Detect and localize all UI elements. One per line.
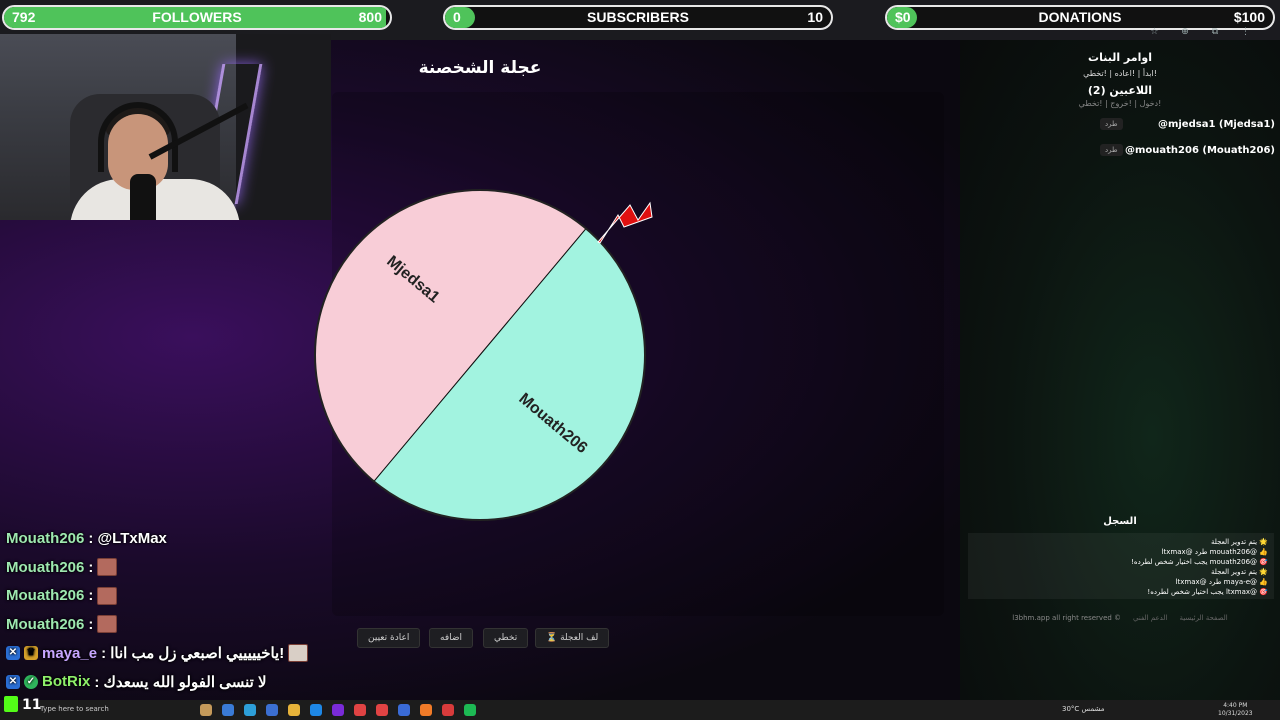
log-title: السجل <box>1103 516 1137 527</box>
chat-username: Mouath206 <box>6 558 85 576</box>
taskbar-app-icon[interactable] <box>420 704 432 716</box>
chat-text: : <box>88 558 94 576</box>
chat-overlay: Mouath206 : @LTxMax Mouath206 : Mouath20… <box>6 524 346 696</box>
chrome-icon[interactable] <box>376 704 388 716</box>
emote-icon <box>97 586 118 605</box>
followers-goal: 800 <box>358 9 382 25</box>
headset-icon <box>98 102 178 172</box>
vip-badge-icon: ✕ <box>6 646 20 661</box>
viewer-count: 11 <box>22 697 42 713</box>
edge-icon[interactable] <box>244 704 256 716</box>
chat-text: : <box>88 615 94 633</box>
footer-copyright: l3bhm.app all right reserved © <box>1012 614 1122 622</box>
chat-username: BotRix <box>42 673 91 691</box>
log-panel: 🌟 يتم تدوير العجلة 👍 @mouath206 طرد @ltx… <box>968 533 1274 599</box>
player-row: طرد @mjedsa1 (Mjedsa1) <box>1100 116 1275 132</box>
footer-home-link[interactable]: الصفحة الرئيسية <box>1179 614 1227 622</box>
spin-wheel[interactable]: Mjedsa1 Mouath206 <box>300 175 660 535</box>
chat-username: maya_e <box>42 644 98 662</box>
reset-button[interactable]: اعادة تعيين <box>357 628 421 648</box>
player-name: @mjedsa1 (Mjedsa1) <box>1157 118 1275 130</box>
chat-message: ✕ ✓ BotRix : لا تنسى الفولو الله يسعدك <box>6 667 346 696</box>
webcam-feed <box>0 34 331 220</box>
donations-label: DONATIONS <box>1038 9 1122 25</box>
chat-username: Mouath206 <box>6 587 85 605</box>
taskbar-app-icon[interactable] <box>442 704 454 716</box>
verified-badge-icon: ✓ <box>24 674 38 689</box>
player-name: @mouath206 (Mouath206) <box>1124 144 1275 156</box>
chat-text: : <box>88 587 94 605</box>
vip-badge-icon: ✕ <box>6 674 20 689</box>
followers-label: FOLLOWERS <box>152 9 242 25</box>
footer-support-link[interactable]: الدعم الفني <box>1133 614 1167 622</box>
emote-icon <box>97 558 118 577</box>
spin-wheel-button[interactable]: ⏳ لف العجلة <box>535 628 610 648</box>
taskbar-app-icon[interactable] <box>200 704 212 716</box>
microphone-icon <box>130 174 156 220</box>
footer-links: l3bhm.app all right reserved © الدعم الف… <box>1010 614 1230 622</box>
chat-text: : لا تنسى الفولو الله يسعدك <box>94 673 267 691</box>
log-entry: 👍 @mouath206 طرد @ltxmax <box>1161 548 1268 556</box>
subscribers-goal-bar: 0 SUBSCRIBERS 10 <box>443 5 833 30</box>
taskbar-time: 4:40 PM <box>1223 702 1248 709</box>
chat-message: Mouath206 : @LTxMax <box>6 524 346 553</box>
log-entry: 🌟 يتم تدوير العجلة <box>1211 568 1268 576</box>
store-icon[interactable] <box>266 704 278 716</box>
crown-badge-icon: ♛ <box>24 646 38 661</box>
taskbar-search[interactable]: Type here to search <box>40 705 109 713</box>
chat-message: ✕ ♛ maya_e : ياخيييييي اصبعي زل مب اناا! <box>6 639 346 668</box>
taskbar-clock[interactable]: 4:40 PM 10/31/2023 <box>1218 702 1253 718</box>
donations-goal: $100 <box>1233 9 1265 25</box>
player-row: طرد @mouath206 (Mouath206) <box>1100 142 1275 158</box>
chat-username: Mouath206 <box>6 615 85 633</box>
subscribers-label: SUBSCRIBERS <box>587 9 689 25</box>
subscribers-goal: 10 <box>807 9 823 25</box>
chrome-icon[interactable] <box>354 704 366 716</box>
outlook-icon[interactable] <box>310 704 322 716</box>
taskbar-app-icon[interactable] <box>222 704 234 716</box>
log-entry: 🌟 يتم تدوير العجلة <box>1211 538 1268 546</box>
kick-player-button[interactable]: طرد <box>1100 118 1123 130</box>
chat-message: Mouath206 : <box>6 553 346 582</box>
wheel-pointer-icon <box>597 201 653 244</box>
emote-icon <box>288 644 309 663</box>
emote-icon <box>97 615 118 634</box>
spotify-icon[interactable] <box>464 704 476 716</box>
add-button[interactable]: اضافه <box>429 628 474 648</box>
commands-title: اوامر البنات <box>1088 51 1152 64</box>
kick-logo-icon <box>4 696 18 712</box>
log-entry: 🎯 @mouath206 يجب اختيار شخص لطرده! <box>1131 558 1268 566</box>
commands-list: !ابدأ | !اعاده | !تخطي <box>1083 69 1157 78</box>
taskbar-apps <box>200 704 476 716</box>
chat-text: : @LTxMax <box>88 529 167 547</box>
folder-icon[interactable] <box>288 704 300 716</box>
wheel-title: عجلة الشخصنة <box>418 58 542 78</box>
taskbar-app-icon[interactable] <box>332 704 344 716</box>
players-title: اللاعبين (2) <box>1087 84 1153 97</box>
browser-toolbar-icons[interactable]: ☆ ⊕ ⧉ ⋮ <box>1150 27 1260 37</box>
chat-text: : ياخيييييي اصبعي زل مب اناا! <box>101 645 285 663</box>
sidebar-background <box>960 40 1280 700</box>
skip-button[interactable]: تخطي <box>483 628 529 648</box>
chat-message: Mouath206 : <box>6 610 346 639</box>
taskbar-weather[interactable]: 30°C مشمس <box>1062 705 1105 713</box>
chat-username: Mouath206 <box>6 529 85 547</box>
followers-goal-bar: 792 FOLLOWERS 800 <box>2 5 392 30</box>
players-commands: !دخول | !خروج | !تخطي <box>1078 99 1162 108</box>
taskbar-date: 10/31/2023 <box>1218 710 1253 717</box>
log-entry: 🎯 @ltxmax يجب اختيار شخص لطرده! <box>1147 588 1268 596</box>
taskbar-app-icon[interactable] <box>398 704 410 716</box>
chat-message: Mouath206 : <box>6 581 346 610</box>
log-entry: 👍 @maya-e طرد @ltxmax <box>1175 578 1268 586</box>
kick-player-button[interactable]: طرد <box>1100 144 1123 156</box>
